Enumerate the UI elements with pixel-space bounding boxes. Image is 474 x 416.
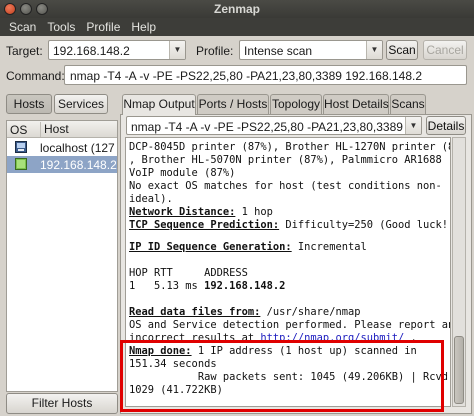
output-line: ideal). <box>129 193 173 205</box>
menu-bar: Scan Tools Profile Help <box>0 18 474 36</box>
output-line: , Brother HL-5070N printer (87%), Palmmi… <box>129 154 442 166</box>
window-title: Zenmap <box>213 2 260 16</box>
scan-button[interactable]: Scan <box>386 40 418 60</box>
host-status-icon <box>15 158 27 170</box>
host-list-header: OS Host <box>7 121 117 138</box>
tab-topology[interactable]: Topology <box>270 94 322 114</box>
output-text: incorrect results at <box>129 332 261 344</box>
command-input[interactable]: nmap -T4 -A -v -PE -PS22,25,80 -PA21,23,… <box>64 65 467 85</box>
filter-hosts-button[interactable]: Filter Hosts <box>6 393 118 414</box>
menu-tools[interactable]: Tools <box>42 18 81 36</box>
cancel-button[interactable]: Cancel <box>423 40 467 60</box>
ipid-sequence-value: Incremental <box>291 241 367 253</box>
profile-combo[interactable]: Intense scan ▼ <box>239 40 383 60</box>
target-label: Target: <box>6 44 43 58</box>
nmap-output-text[interactable]: DCP-8045D printer (87%), Brother HL-1270… <box>125 137 451 407</box>
host-row-selected[interactable]: 192.168.148.2 <box>7 156 117 173</box>
read-data-line: Read data files from: /usr/share/nmap <box>129 306 360 318</box>
hosts-tab-button[interactable]: Hosts <box>6 94 52 114</box>
services-tab-button[interactable]: Services <box>54 94 108 114</box>
ipid-sequence-line: IP ID Sequence Generation: Incremental <box>129 241 367 253</box>
output-line: DCP-8045D printer (87%), Brother HL-1270… <box>129 141 451 153</box>
details-button[interactable]: Details <box>426 116 466 135</box>
traceroute-header: HOP RTT ADDRESS <box>129 267 248 279</box>
output-line: 151.34 seconds <box>129 358 217 370</box>
output-selector[interactable]: nmap -T4 -A -v -PE -PS22,25,80 -PA21,23,… <box>126 116 422 135</box>
target-value: 192.168.148.2 <box>53 44 130 58</box>
host-list: OS Host localhost (127 192.168.148.2 <box>6 120 118 392</box>
traceroute-hop: 1 5.13 ms <box>129 280 205 292</box>
read-data-value: /usr/share/nmap <box>260 306 361 318</box>
nmap-done-value: 1 IP address (1 host up) scanned in <box>191 345 417 357</box>
host-name: 192.168.148.2 <box>40 158 117 172</box>
ipid-sequence-label: IP ID Sequence Generation: <box>129 241 292 253</box>
host-name: localhost (127 <box>40 141 115 155</box>
output-line: OS and Service detection performed. Plea… <box>129 319 451 331</box>
title-bar: Zenmap <box>0 0 474 18</box>
command-label: Command: <box>6 69 65 83</box>
host-row[interactable]: localhost (127 <box>7 139 117 156</box>
nmap-submit-link[interactable]: http://nmap.org/submit/ <box>260 332 404 344</box>
network-distance-label: Network Distance: <box>129 206 236 218</box>
output-line: No exact OS matches for host (test condi… <box>129 180 442 192</box>
tcp-sequence-value: Difficulty=250 (Good luck! <box>279 219 449 231</box>
menu-help[interactable]: Help <box>126 18 162 36</box>
nmap-done-label: Nmap done: <box>129 345 192 357</box>
computer-icon <box>15 141 27 153</box>
chevron-down-icon[interactable]: ▼ <box>169 41 185 59</box>
menu-profile[interactable]: Profile <box>81 18 126 36</box>
read-data-label: Read data files from: <box>129 306 261 318</box>
chevron-down-icon[interactable]: ▼ <box>405 117 421 134</box>
traceroute-address: 192.168.148.2 <box>204 280 286 292</box>
output-line: VoIP module (87%) <box>129 167 236 179</box>
tab-host-details[interactable]: Host Details <box>323 94 389 114</box>
output-scrollbar[interactable] <box>452 137 466 407</box>
network-distance-value: 1 hop <box>235 206 273 218</box>
tcp-sequence-line: TCP Sequence Prediction: Difficulty=250 … <box>129 219 448 231</box>
profile-value: Intense scan <box>244 44 313 58</box>
tab-scans[interactable]: Scans <box>390 94 426 114</box>
chevron-down-icon[interactable]: ▼ <box>366 41 382 59</box>
output-line: 1029 (41.722KB) <box>129 384 223 396</box>
tcp-sequence-label: TCP Sequence Prediction: <box>129 219 280 231</box>
scrollbar-thumb[interactable] <box>454 336 464 404</box>
network-distance-line: Network Distance: 1 hop <box>129 206 273 218</box>
host-column-header[interactable]: Host <box>40 122 69 137</box>
output-text: . <box>404 332 417 344</box>
os-column-header[interactable]: OS <box>10 123 27 137</box>
output-line: Raw packets sent: 1045 (49.206KB) | Rcvd… <box>129 371 451 383</box>
profile-label: Profile: <box>196 44 234 58</box>
tab-ports-hosts[interactable]: Ports / Hosts <box>197 94 269 114</box>
menu-scan[interactable]: Scan <box>4 18 42 36</box>
traceroute-row: 1 5.13 ms 192.168.148.2 <box>129 280 285 292</box>
nmap-done-line: Nmap done: 1 IP address (1 host up) scan… <box>129 345 417 357</box>
target-combo[interactable]: 192.168.148.2 ▼ <box>48 40 186 60</box>
tab-nmap-output[interactable]: Nmap Output <box>122 94 196 115</box>
output-selector-value: nmap -T4 -A -v -PE -PS22,25,80 -PA21,23,… <box>131 120 422 134</box>
output-line: incorrect results at http://nmap.org/sub… <box>129 332 417 344</box>
